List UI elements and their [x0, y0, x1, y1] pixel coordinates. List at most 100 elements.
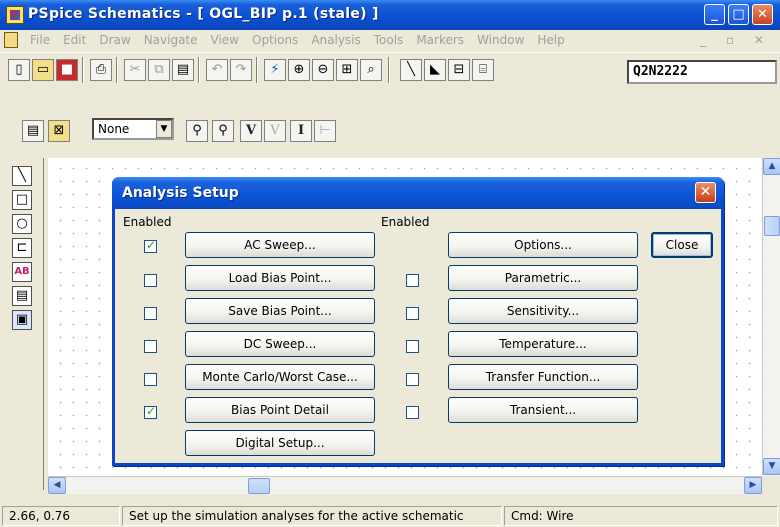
- save-bias-point-button[interactable]: Save Bias Point...: [185, 298, 375, 324]
- load-bias-point-checkbox[interactable]: [144, 274, 157, 287]
- zoom-out-icon[interactable]: ⊖: [312, 59, 334, 81]
- app-icon: [6, 6, 24, 24]
- voltage-marker-icon[interactable]: V: [240, 120, 262, 142]
- draw-bus-icon[interactable]: ◣: [424, 59, 446, 81]
- insert-picture-icon[interactable]: ▣: [12, 310, 32, 330]
- open-file-icon[interactable]: ▭: [32, 59, 54, 81]
- main-toolbar: ▯ ▭ ■ ⎙ ✂ ⧉ ▤ ↶ ↷ ⚡ ⊕ ⊖ ⊞ ⌕ ╲ ◣ ⊟ ⌸ Q2N2…: [0, 52, 780, 88]
- dialog-title: Analysis Setup: [122, 185, 239, 201]
- title-bar: PSpice Schematics - [ OGL_BIP p.1 (stale…: [0, 0, 780, 30]
- maximize-button[interactable]: □: [728, 4, 749, 25]
- vertical-scroll-thumb[interactable]: [764, 216, 780, 236]
- save-bias-point-checkbox[interactable]: [144, 307, 157, 320]
- power-marker-icon[interactable]: ⊢: [314, 120, 336, 142]
- menu-view[interactable]: View: [205, 33, 246, 47]
- menu-file[interactable]: File: [24, 33, 57, 47]
- menu-navigate[interactable]: Navigate: [138, 33, 205, 47]
- zoom-area-icon[interactable]: ⊞: [336, 59, 358, 81]
- new-file-icon[interactable]: ▯: [8, 59, 30, 81]
- transient-button[interactable]: Transient...: [448, 397, 638, 423]
- scroll-right-icon[interactable]: ▶: [744, 477, 762, 494]
- get-part-icon[interactable]: ⌸: [472, 59, 494, 81]
- horizontal-scrollbar[interactable]: ◀ ▶: [48, 476, 762, 494]
- menu-options[interactable]: Options: [246, 33, 305, 47]
- document-icon[interactable]: [4, 32, 18, 48]
- ac-sweep-button[interactable]: AC Sweep...: [185, 232, 375, 258]
- redo-icon[interactable]: ↷: [230, 59, 252, 81]
- text-icon[interactable]: AB: [12, 262, 32, 282]
- scroll-up-icon[interactable]: ▲: [763, 158, 780, 175]
- bias-point-detail-checkbox[interactable]: [144, 404, 157, 419]
- temperature-button[interactable]: Temperature...: [448, 331, 638, 357]
- zoom-fit-icon[interactable]: ⌕: [360, 59, 382, 81]
- analysis-setup-dialog: Analysis Setup ✕ Enabled Enabled AC Swee…: [112, 177, 724, 466]
- cut-icon[interactable]: ✂: [124, 59, 146, 81]
- dc-sweep-checkbox[interactable]: [144, 340, 157, 353]
- menu-bar: File Edit Draw Navigate View Options Ana…: [0, 30, 780, 50]
- menu-help[interactable]: Help: [531, 33, 571, 47]
- ac-sweep-checkbox[interactable]: [144, 238, 157, 253]
- close-dialog-button[interactable]: Close: [651, 232, 713, 258]
- menu-draw[interactable]: Draw: [93, 33, 137, 47]
- dc-sweep-button[interactable]: DC Sweep...: [185, 331, 375, 357]
- current-marker-icon[interactable]: I: [290, 120, 312, 142]
- box-icon[interactable]: □: [12, 190, 32, 210]
- digital-setup-button[interactable]: Digital Setup...: [185, 430, 375, 456]
- dialog-title-bar[interactable]: Analysis Setup ✕: [112, 177, 724, 209]
- options-button[interactable]: Options...: [448, 232, 638, 258]
- sensitivity-button[interactable]: Sensitivity...: [448, 298, 638, 324]
- window-title: PSpice Schematics - [ OGL_BIP p.1 (stale…: [28, 6, 379, 22]
- setup-icon[interactable]: ▤: [22, 120, 44, 142]
- sensitivity-checkbox[interactable]: [406, 307, 419, 320]
- parametric-checkbox[interactable]: [406, 274, 419, 287]
- toolbar-separator: [388, 57, 390, 83]
- chevron-down-icon[interactable]: ▼: [156, 120, 172, 138]
- monte-carlo-checkbox[interactable]: [144, 373, 157, 386]
- status-bar: 2.66, 0.76 Set up the simulation analyse…: [0, 494, 780, 527]
- transient-checkbox[interactable]: [406, 406, 419, 419]
- polyline-icon[interactable]: ⊏: [12, 238, 32, 258]
- cursor-coordinates: 2.66, 0.76: [2, 506, 120, 526]
- menu-edit[interactable]: Edit: [57, 33, 93, 47]
- toolbar-separator: [256, 57, 258, 83]
- paste-icon[interactable]: ▤: [172, 59, 194, 81]
- display-combo[interactable]: None ▼: [92, 118, 174, 140]
- part-name-field[interactable]: Q2N2222: [627, 60, 777, 84]
- minimize-button[interactable]: _: [704, 4, 725, 25]
- load-bias-point-button[interactable]: Load Bias Point...: [185, 265, 375, 291]
- vertical-scrollbar[interactable]: ▲ ▼: [762, 158, 780, 476]
- print-icon[interactable]: ⎙: [90, 59, 112, 81]
- copy-icon[interactable]: ⧉: [148, 59, 170, 81]
- scroll-down-icon[interactable]: ▼: [763, 458, 780, 475]
- menu-analysis[interactable]: Analysis: [305, 33, 367, 47]
- arc-icon[interactable]: ╲: [12, 166, 32, 186]
- monte-carlo-button[interactable]: Monte Carlo/Worst Case...: [185, 364, 375, 390]
- temperature-checkbox[interactable]: [406, 340, 419, 353]
- probe-icon[interactable]: ⚲: [186, 120, 208, 142]
- transfer-function-button[interactable]: Transfer Function...: [448, 364, 638, 390]
- zoom-in-icon[interactable]: ⊕: [288, 59, 310, 81]
- scroll-left-icon[interactable]: ◀: [48, 477, 66, 494]
- circle-icon[interactable]: ○: [12, 214, 32, 234]
- undo-icon[interactable]: ↶: [206, 59, 228, 81]
- display-combo-value: None: [98, 122, 130, 136]
- save-icon[interactable]: ■: [56, 59, 78, 81]
- horizontal-scroll-thumb[interactable]: [248, 478, 270, 494]
- draw-block-icon[interactable]: ⊟: [448, 59, 470, 81]
- transfer-function-checkbox[interactable]: [406, 373, 419, 386]
- draw-wire-icon[interactable]: ╲: [400, 59, 422, 81]
- mdi-controls[interactable]: _ ▫ ✕: [700, 33, 772, 47]
- menu-window[interactable]: Window: [471, 33, 531, 47]
- menu-markers[interactable]: Markers: [410, 33, 471, 47]
- menu-tools[interactable]: Tools: [368, 33, 411, 47]
- close-button[interactable]: ✕: [752, 4, 773, 25]
- bias-point-detail-button[interactable]: Bias Point Detail: [185, 397, 375, 423]
- simulation-toolbar: ▤ ⊠ None ▼ ⚲ ⚲ V V I ⊢: [0, 112, 780, 152]
- redraw-icon[interactable]: ⚡: [264, 59, 286, 81]
- simulate-icon[interactable]: ⊠: [48, 120, 70, 142]
- dialog-close-icon[interactable]: ✕: [695, 182, 716, 203]
- probe-options-icon[interactable]: ⚲: [212, 120, 234, 142]
- parametric-button[interactable]: Parametric...: [448, 265, 638, 291]
- text-box-icon[interactable]: ▤: [12, 286, 32, 306]
- voltage-diff-marker-icon[interactable]: V: [264, 120, 286, 142]
